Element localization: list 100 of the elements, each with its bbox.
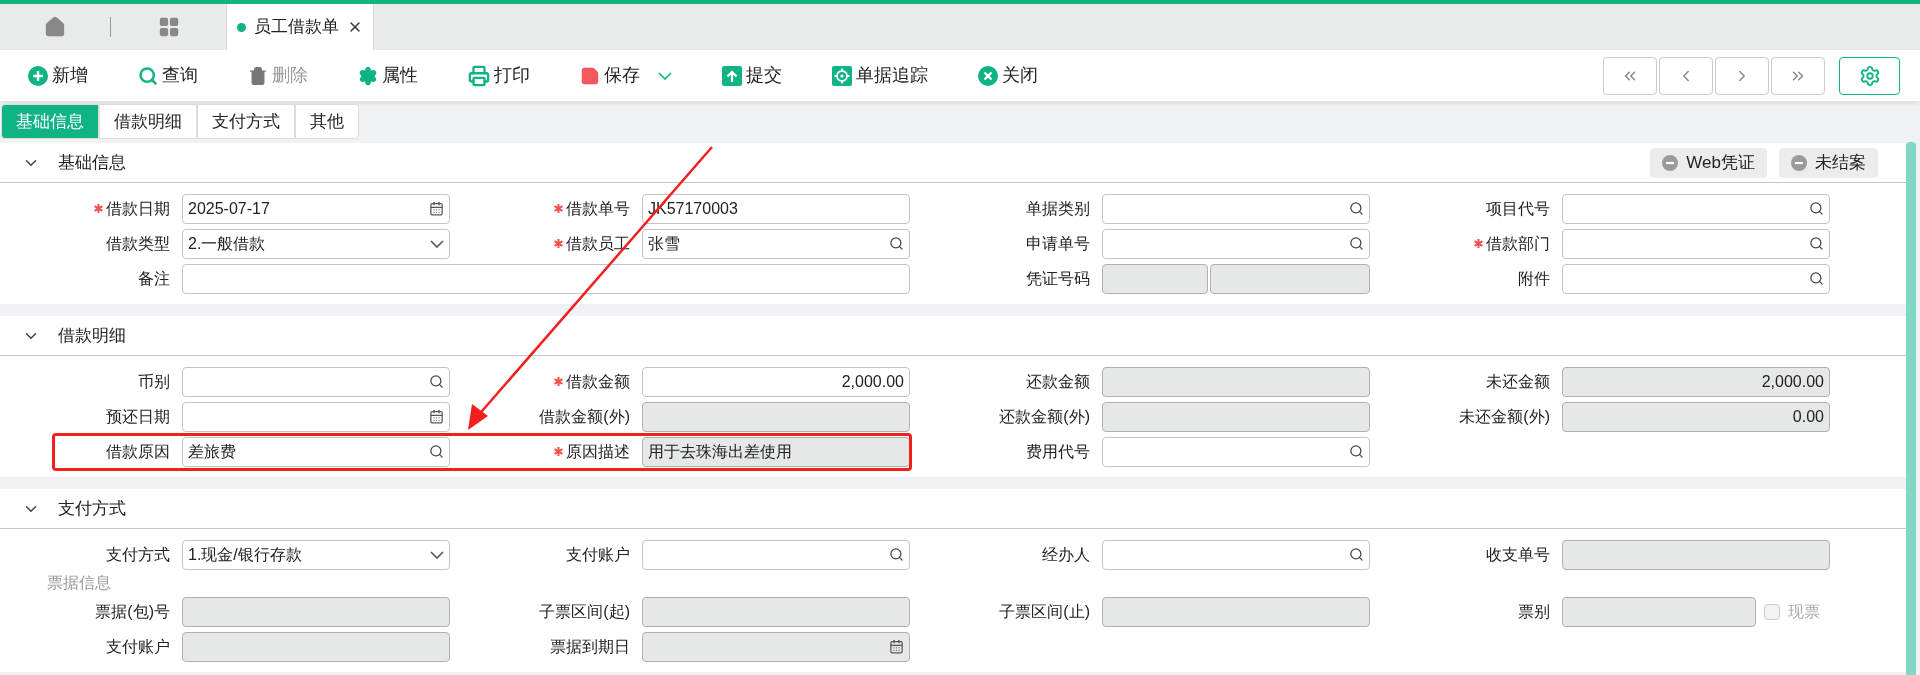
search-icon: [1349, 547, 1364, 562]
checkbox-label: 现票: [1788, 601, 1820, 622]
input-field[interactable]: [1562, 228, 1830, 259]
field-label: 项目代号: [1486, 198, 1550, 219]
crosshair-icon: [832, 65, 852, 86]
input-field[interactable]: [182, 401, 450, 432]
input-field[interactable]: [1102, 228, 1370, 259]
field-label: 借款金额: [553, 369, 630, 394]
input-field[interactable]: [642, 539, 910, 570]
search-icon: [1349, 444, 1364, 459]
printer-icon: [468, 64, 490, 87]
input-field[interactable]: 张雪: [642, 228, 910, 259]
field-label: 借款原因: [106, 441, 170, 462]
field-label: 收支单号: [1486, 544, 1550, 565]
field-label: 币别: [138, 371, 170, 392]
input-field: 0.00: [1562, 401, 1830, 432]
input-field[interactable]: [1562, 263, 1830, 294]
field-label: 费用代号: [1026, 441, 1090, 462]
search-icon: [1809, 236, 1824, 251]
section-title: 基础信息: [58, 151, 126, 174]
required-icon: [93, 203, 104, 214]
tab[interactable]: 其他: [295, 104, 359, 139]
toolbar-button[interactable]: 查询: [138, 62, 198, 89]
field-label: 票据到期日: [550, 636, 630, 657]
search-icon: [429, 444, 444, 459]
section-title: 支付方式: [58, 497, 126, 520]
last-page-button[interactable]: [1771, 56, 1825, 95]
input-field[interactable]: [182, 366, 450, 397]
input-field: 2,000.00: [1562, 366, 1830, 397]
input-field[interactable]: [182, 263, 910, 294]
field-label: 借款部门: [1473, 231, 1550, 256]
search-icon: [1809, 201, 1824, 216]
field-label: 票别: [1518, 601, 1550, 622]
first-page-button[interactable]: [1603, 56, 1657, 95]
chevron-down-icon: [658, 71, 672, 80]
input-field[interactable]: 差旅费: [182, 436, 450, 467]
document-tab[interactable]: 员工借款单: [226, 4, 374, 50]
field-label: 还款金额: [1026, 371, 1090, 392]
input-field[interactable]: [1102, 436, 1370, 467]
field-label: 借款单号: [553, 196, 630, 221]
dropdown-field[interactable]: 2.一般借款: [182, 228, 450, 259]
chevron-down-icon: [430, 239, 444, 248]
field-label: 附件: [1518, 268, 1550, 289]
field-label: 凭证号码: [1026, 268, 1090, 289]
settings-button[interactable]: [1839, 56, 1900, 95]
search-icon: [889, 236, 904, 251]
toolbar-button[interactable]: 新增: [28, 62, 88, 89]
required-icon: [553, 376, 564, 387]
input-field[interactable]: [1102, 539, 1370, 570]
toolbar-button[interactable]: 打印: [468, 62, 530, 89]
toolbar-button[interactable]: 提交: [722, 62, 782, 89]
input-field[interactable]: [1102, 193, 1370, 224]
search-icon: [1349, 236, 1364, 251]
field-label: 经办人: [1042, 544, 1090, 565]
tab[interactable]: 借款明细: [99, 104, 197, 139]
tab[interactable]: 支付方式: [197, 104, 295, 139]
close-icon: [978, 65, 998, 86]
field-label: 子票区间(起): [539, 601, 630, 622]
chevron-down-icon: [430, 550, 444, 559]
input-field[interactable]: [1562, 193, 1830, 224]
field-label: 原因描述: [553, 439, 630, 464]
plus-circle-icon: [28, 65, 48, 86]
field-label: 预还日期: [106, 406, 170, 427]
field-label: 支付账户: [106, 636, 170, 657]
input-field[interactable]: 2,000.00: [642, 366, 910, 397]
dropdown-field[interactable]: 1.现金/银行存款: [182, 539, 450, 570]
input-field[interactable]: 2025-07-17: [182, 193, 450, 224]
calendar-icon: [889, 639, 904, 654]
field-label: 未还金额: [1486, 371, 1550, 392]
settings-icon: [1858, 64, 1881, 87]
toolbar-button[interactable]: 关闭: [978, 62, 1038, 89]
previous-button[interactable]: [1659, 56, 1713, 95]
grid-icon[interactable]: [157, 16, 180, 38]
field-label: 还款金额(外): [999, 406, 1090, 427]
field-label: 子票区间(止): [999, 601, 1090, 622]
search-icon: [429, 374, 444, 389]
toolbar-button[interactable]: 属性: [358, 62, 418, 89]
required-icon: [553, 238, 564, 249]
status-button[interactable]: Web凭证: [1650, 147, 1767, 178]
subsection-label: 票据信息: [47, 573, 111, 593]
toolbar-button[interactable]: 保存: [580, 62, 672, 89]
field-label: 票据(包)号: [95, 601, 170, 622]
field-label: 借款日期: [93, 196, 170, 221]
search-icon: [138, 65, 158, 86]
calendar-icon: [429, 201, 444, 216]
field-label: 借款类型: [106, 233, 170, 254]
search-icon: [1349, 201, 1364, 216]
field-label: 支付账户: [566, 544, 630, 565]
status-button[interactable]: 未结案: [1779, 147, 1878, 178]
minus-circle-icon: [1662, 154, 1679, 171]
home-icon[interactable]: [44, 16, 66, 38]
toolbar-button[interactable]: 单据追踪: [832, 62, 928, 89]
field-label: 备注: [138, 268, 170, 289]
next-button[interactable]: [1715, 56, 1769, 95]
field-label: 借款金额(外): [539, 406, 630, 427]
field-label: 支付方式: [106, 544, 170, 565]
trash-icon: [248, 65, 268, 86]
calendar-icon: [429, 409, 444, 424]
minus-circle-icon: [1791, 154, 1807, 171]
input-field: 用于去珠海出差使用: [642, 436, 910, 467]
